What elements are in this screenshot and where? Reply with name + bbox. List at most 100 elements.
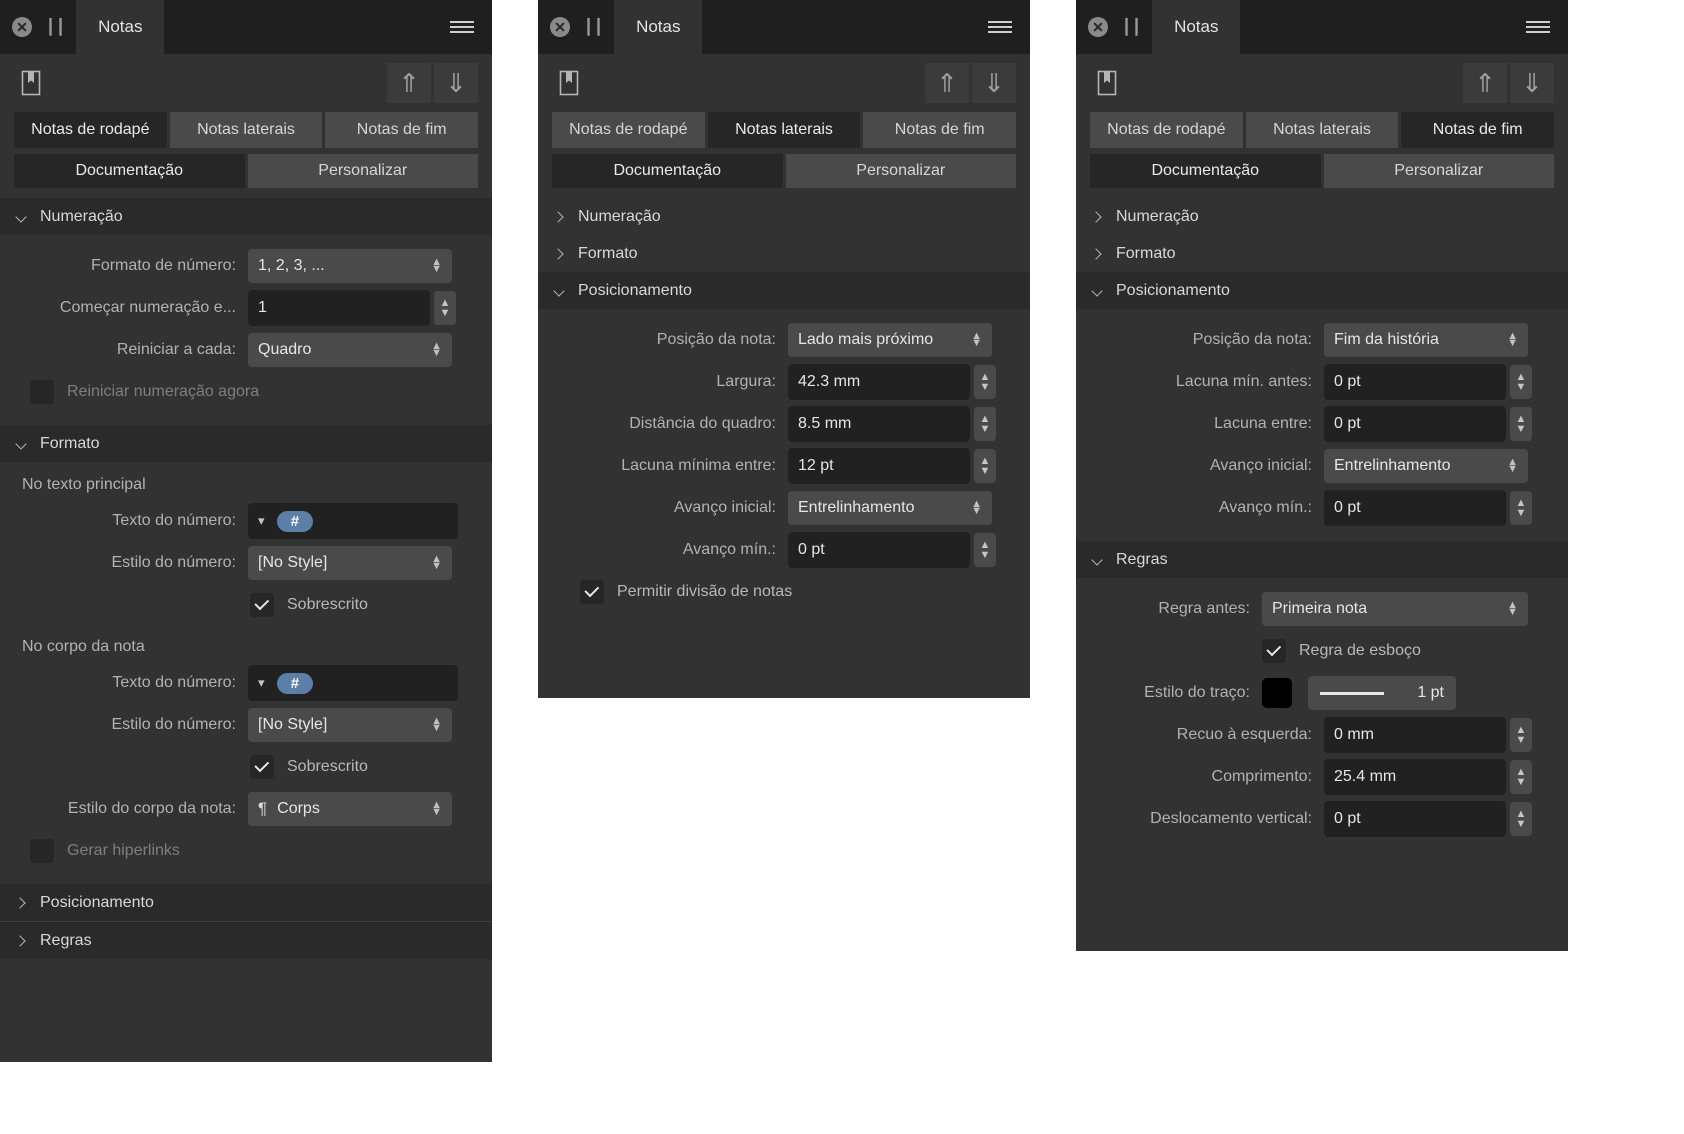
label-recuo-a-esquerda: Recuo à esquerda: <box>1176 726 1312 743</box>
tab-notas-de-fim[interactable]: Notas de fim <box>1401 112 1555 148</box>
close-circle-icon[interactable] <box>12 17 32 37</box>
arrow-up-icon[interactable]: ⇑ <box>387 63 431 103</box>
input-avanco-min[interactable]: 0 pt <box>1324 490 1506 526</box>
section-header-posicionamento[interactable]: Posicionamento <box>0 884 492 921</box>
tab-personalizar[interactable]: Personalizar <box>785 154 1016 188</box>
stroke-width-control[interactable]: 1 pt <box>1308 676 1456 710</box>
stepper-deslocamento-vertical[interactable]: ▲ ▼ <box>1510 802 1532 836</box>
tab-notas-de-fim[interactable]: Notas de fim <box>863 112 1017 148</box>
panel-tab-title[interactable]: Notas <box>76 0 165 54</box>
pause-icon[interactable]: ┃┃ <box>46 20 66 35</box>
row-texto-do-numero-corpo: Texto do número: ▾ # <box>0 662 492 704</box>
bookmark-icon[interactable] <box>1090 64 1124 102</box>
select-formato-de-numero[interactable]: 1, 2, 3, ... ▲ ▼ <box>248 249 452 283</box>
checkbox-regra-de-esboco[interactable] <box>1262 639 1286 663</box>
input-largura[interactable]: 42.3 mm <box>788 364 970 400</box>
input-lacuna-minima-entre[interactable]: 12 pt <box>788 448 970 484</box>
section-header-numeracao[interactable]: Numeração <box>0 198 492 235</box>
input-recuo-a-esquerda[interactable]: 0 mm <box>1324 717 1506 753</box>
arrow-down-icon[interactable]: ⇓ <box>1510 63 1554 103</box>
close-circle-icon[interactable] <box>1088 17 1108 37</box>
stepper-lacuna-entre[interactable]: ▲ ▼ <box>1510 407 1532 441</box>
section-header-regras[interactable]: Regras <box>0 922 492 959</box>
tab-notas-de-rodape[interactable]: Notas de rodapé <box>14 112 167 148</box>
panel-tab-title[interactable]: Notas <box>614 0 703 54</box>
tab-notas-laterais[interactable]: Notas laterais <box>1245 112 1399 148</box>
hamburger-menu-icon[interactable] <box>978 0 1030 54</box>
section-header-formato[interactable]: Formato <box>538 235 1030 272</box>
input-comprimento[interactable]: 25.4 mm <box>1324 759 1506 795</box>
chevron-down-icon[interactable]: ▾ <box>258 513 265 529</box>
row-sobrescrito-principal: Sobrescrito <box>0 584 492 626</box>
select-estilo-do-numero-principal[interactable]: [No Style] ▲ ▼ <box>248 546 452 580</box>
stepper-avanco-min[interactable]: ▲ ▼ <box>974 533 996 567</box>
stepper-comecar-numeracao[interactable]: ▲ ▼ <box>434 291 456 325</box>
tab-notas-de-rodape[interactable]: Notas de rodapé <box>1090 112 1243 148</box>
section-header-posicionamento[interactable]: Posicionamento <box>1076 272 1568 309</box>
stepper-comprimento[interactable]: ▲ ▼ <box>1510 760 1532 794</box>
tab-notas-laterais[interactable]: Notas laterais <box>169 112 323 148</box>
stepper-lacuna-minima-entre[interactable]: ▲ ▼ <box>974 449 996 483</box>
token-number-placeholder-corpo[interactable]: # <box>276 672 313 694</box>
select-posicao-da-nota[interactable]: Fim da história ▲ ▼ <box>1324 323 1528 357</box>
input-comecar-numeracao[interactable]: 1 <box>248 290 430 326</box>
value-lacuna-minima-entre: 12 pt <box>798 457 834 474</box>
input-lacuna-min-antes[interactable]: 0 pt <box>1324 364 1506 400</box>
chevron-down-icon[interactable]: ▾ <box>258 675 265 691</box>
checkbox-sobrescrito-corpo[interactable] <box>250 755 274 779</box>
tab-notas-laterais[interactable]: Notas laterais <box>707 112 861 148</box>
hamburger-menu-icon[interactable] <box>1516 0 1568 54</box>
checkbox-reiniciar-numeracao-agora[interactable] <box>30 380 54 404</box>
mode-tabs: Documentação Personalizar <box>538 154 1030 198</box>
section-header-formato[interactable]: Formato <box>1076 235 1568 272</box>
panel-tab-title[interactable]: Notas <box>1152 0 1241 54</box>
input-avanco-min[interactable]: 0 pt <box>788 532 970 568</box>
select-regra-antes[interactable]: Primeira nota ▲ ▼ <box>1262 592 1528 626</box>
checkbox-permitir-divisao-de-notas[interactable] <box>580 580 604 604</box>
tab-documentacao[interactable]: Documentação <box>14 154 245 188</box>
arrow-up-icon[interactable]: ⇑ <box>925 63 969 103</box>
stepper-distancia-do-quadro[interactable]: ▲ ▼ <box>974 407 996 441</box>
checkbox-sobrescrito-principal[interactable] <box>250 593 274 617</box>
stepper-avanco-min[interactable]: ▲ ▼ <box>1510 491 1532 525</box>
hamburger-menu-icon[interactable] <box>440 0 492 54</box>
input-deslocamento-vertical[interactable]: 0 pt <box>1324 801 1506 837</box>
section-header-formato[interactable]: Formato <box>0 425 492 462</box>
tab-notas-de-fim[interactable]: Notas de fim <box>325 112 479 148</box>
stroke-color-swatch[interactable] <box>1262 678 1292 708</box>
input-distancia-do-quadro[interactable]: 8.5 mm <box>788 406 970 442</box>
token-number-placeholder[interactable]: # <box>276 510 313 532</box>
stepper-recuo-a-esquerda[interactable]: ▲ ▼ <box>1510 718 1532 752</box>
select-avanco-inicial[interactable]: Entrelinhamento ▲ ▼ <box>1324 449 1528 483</box>
tokenfield-texto-do-numero-corpo[interactable]: ▾ # <box>248 665 458 701</box>
select-posicao-da-nota[interactable]: Lado mais próximo ▲ ▼ <box>788 323 992 357</box>
select-estilo-do-corpo-da-nota[interactable]: ¶ Corps ▲ ▼ <box>248 792 452 826</box>
section-header-numeracao[interactable]: Numeração <box>1076 198 1568 235</box>
tab-personalizar[interactable]: Personalizar <box>247 154 478 188</box>
arrow-up-icon[interactable]: ⇑ <box>1463 63 1507 103</box>
bookmark-icon[interactable] <box>14 64 48 102</box>
tab-notas-de-rodape[interactable]: Notas de rodapé <box>552 112 705 148</box>
select-reiniciar-a-cada[interactable]: Quadro ▲ ▼ <box>248 333 452 367</box>
titlebar-spacer <box>164 0 440 54</box>
input-lacuna-entre[interactable]: 0 pt <box>1324 406 1506 442</box>
tab-documentacao[interactable]: Documentação <box>1090 154 1321 188</box>
section-header-numeracao[interactable]: Numeração <box>538 198 1030 235</box>
stepper-lacuna-min-antes[interactable]: ▲ ▼ <box>1510 365 1532 399</box>
section-header-posicionamento[interactable]: Posicionamento <box>538 272 1030 309</box>
arrow-down-icon[interactable]: ⇓ <box>434 63 478 103</box>
select-avanco-inicial[interactable]: Entrelinhamento ▲ ▼ <box>788 491 992 525</box>
tab-personalizar[interactable]: Personalizar <box>1323 154 1554 188</box>
pause-icon[interactable]: ┃┃ <box>1122 20 1142 35</box>
row-estilo-do-traco: Estilo do traço: 1 pt <box>1076 672 1568 714</box>
section-header-regras[interactable]: Regras <box>1076 541 1568 578</box>
arrow-down-icon[interactable]: ⇓ <box>972 63 1016 103</box>
pause-icon[interactable]: ┃┃ <box>584 20 604 35</box>
bookmark-icon[interactable] <box>552 64 586 102</box>
checkbox-gerar-hiperlinks[interactable] <box>30 839 54 863</box>
tab-documentacao[interactable]: Documentação <box>552 154 783 188</box>
tokenfield-texto-do-numero-principal[interactable]: ▾ # <box>248 503 458 539</box>
stepper-largura[interactable]: ▲ ▼ <box>974 365 996 399</box>
select-estilo-do-numero-corpo[interactable]: [No Style] ▲ ▼ <box>248 708 452 742</box>
close-circle-icon[interactable] <box>550 17 570 37</box>
